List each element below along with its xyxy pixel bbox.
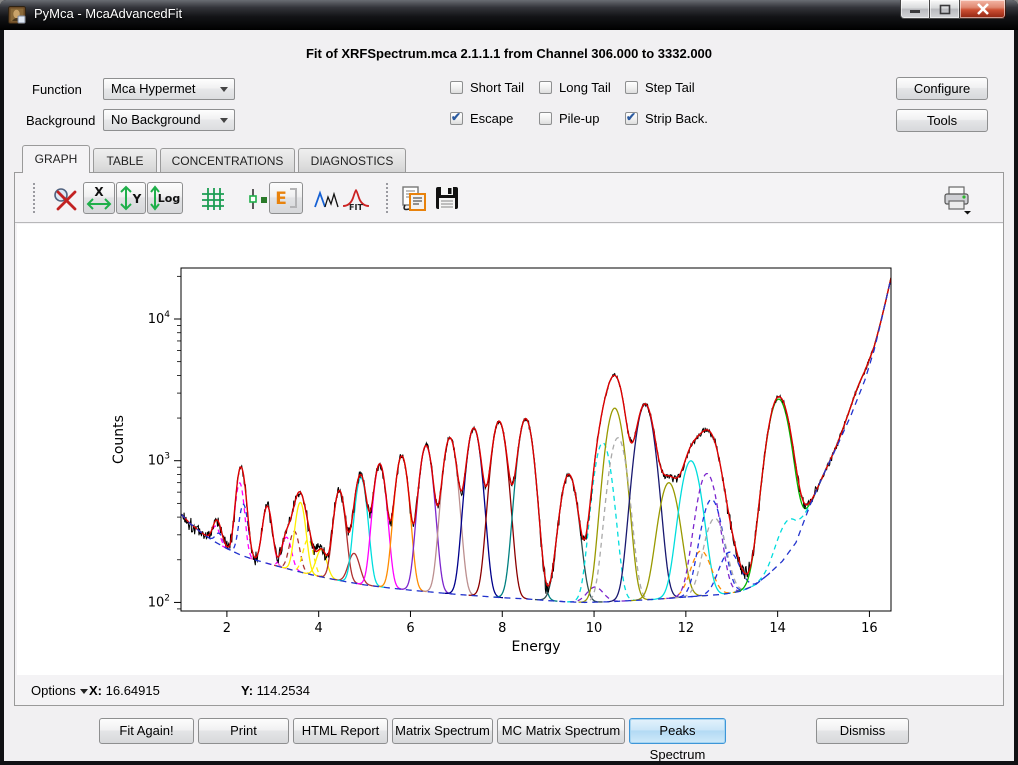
checkbox-box[interactable]: [450, 112, 463, 125]
y-autoscale-label: Y: [132, 192, 142, 206]
checkbox-label: Pile-up: [559, 111, 599, 126]
graph-toolbar: X Y Log: [15, 173, 1003, 223]
cursor-y-value: 114.2534: [257, 683, 310, 698]
background-label: Background: [26, 113, 95, 128]
tab-concentrations[interactable]: CONCENTRATIONS: [160, 148, 295, 173]
checkbox-label: Escape: [470, 111, 513, 126]
tools-button[interactable]: Tools: [896, 109, 988, 132]
toolbar-handle[interactable]: [386, 183, 390, 213]
svg-text:8: 8: [498, 621, 506, 636]
energy-axis-button[interactable]: E: [269, 182, 303, 214]
function-combobox-value: Mca Hypermet: [111, 81, 196, 96]
graph-tab-panel: X Y Log: [14, 172, 1004, 706]
fit-display-icon[interactable]: [313, 185, 341, 213]
minimize-icon: [909, 4, 921, 14]
svg-text:16: 16: [861, 621, 878, 636]
svg-text:Energy: Energy: [511, 639, 560, 655]
app-icon: [8, 6, 26, 24]
svg-text:12: 12: [678, 621, 695, 636]
log-scale-label: Log: [158, 192, 180, 205]
fit-again-button[interactable]: Fit Again!: [99, 718, 194, 744]
print-button[interactable]: Print: [198, 718, 289, 744]
checkbox-label: Short Tail: [470, 80, 524, 95]
checkbox-box[interactable]: [539, 112, 552, 125]
titlebar[interactable]: PyMca - McaAdvancedFit: [0, 0, 1018, 30]
window-title: PyMca - McaAdvancedFit: [34, 6, 182, 21]
svg-text:102: 102: [148, 593, 170, 610]
options-button[interactable]: Options: [31, 683, 88, 698]
fit-icon[interactable]: FIT: [341, 185, 369, 213]
toolbar-handle[interactable]: [33, 183, 37, 213]
cursor-y-readout: Y: 114.2534: [241, 683, 310, 698]
checkbox-label: Step Tail: [645, 80, 695, 95]
cursor-status-row: Options X: 16.64915 Y: 114.2534: [15, 675, 1003, 706]
x-autoscale-button[interactable]: X: [83, 182, 115, 214]
maximize-button[interactable]: [930, 0, 960, 19]
checkbox-box[interactable]: [625, 112, 638, 125]
mc-matrix-spectrum-button[interactable]: MC Matrix Spectrum: [497, 718, 625, 744]
options-menu-arrow-icon: [80, 689, 88, 695]
peaks-spectrum-button[interactable]: Peaks Spectrum: [629, 718, 726, 744]
checkbox-label: Strip Back.: [645, 111, 708, 126]
dialog-content: Fit of XRFSpectrum.mca 2.1.1.1 from Chan…: [4, 30, 1014, 761]
window-controls: [900, 0, 1006, 19]
svg-text:2: 2: [223, 621, 231, 636]
restore-icon: [939, 4, 951, 15]
minimize-button[interactable]: [900, 0, 930, 19]
x-autoscale-label: X: [94, 185, 104, 199]
grid-toggle-icon[interactable]: [199, 185, 227, 213]
cursor-x-label: X:: [89, 683, 102, 698]
y-autoscale-button[interactable]: Y: [116, 182, 146, 214]
fit-icon-label: FIT: [349, 203, 363, 212]
log-scale-button[interactable]: Log: [147, 182, 183, 214]
tab-graph[interactable]: GRAPH: [22, 145, 90, 173]
svg-text:4: 4: [315, 621, 323, 636]
matrix-spectrum-button[interactable]: Matrix Spectrum: [392, 718, 493, 744]
save-icon[interactable]: [434, 185, 462, 213]
print-icon[interactable]: [941, 185, 969, 213]
tab-diagnostics[interactable]: DIAGNOSTICS: [298, 148, 406, 173]
energy-axis-label: E: [275, 189, 287, 209]
options-label: Options: [31, 683, 76, 698]
checkbox-box[interactable]: [450, 81, 463, 94]
close-button[interactable]: [960, 0, 1006, 19]
svg-text:104: 104: [148, 310, 171, 327]
svg-text:10: 10: [586, 621, 603, 636]
cursor-y-label: Y:: [241, 683, 253, 698]
svg-text:6: 6: [406, 621, 414, 636]
zoom-reset-icon[interactable]: [51, 185, 79, 213]
svg-text:14: 14: [769, 621, 786, 636]
function-combobox[interactable]: Mca Hypermet: [103, 78, 235, 100]
peak-markers-icon[interactable]: [244, 185, 272, 213]
spectrum-figure[interactable]: 2 4 6 8 10 12 14 16 Energy 102 103 104 Counts: [17, 224, 1003, 675]
background-combobox[interactable]: No Background: [103, 109, 235, 131]
checkbox-box[interactable]: [539, 81, 552, 94]
svg-text:103: 103: [148, 452, 170, 469]
html-report-button[interactable]: HTML Report: [293, 718, 388, 744]
chevron-down-icon: [220, 87, 228, 92]
dismiss-button[interactable]: Dismiss: [816, 718, 909, 744]
cursor-x-readout: X: 16.64915: [89, 683, 160, 698]
checkbox-label: Long Tail: [559, 80, 611, 95]
configure-button[interactable]: Configure: [896, 77, 988, 100]
svg-text:Counts: Counts: [111, 415, 127, 464]
function-label: Function: [32, 82, 82, 97]
tab-table[interactable]: TABLE: [93, 148, 157, 173]
pymca-window: PyMca - McaAdvancedFit Fit of XRFSpectru…: [0, 0, 1018, 765]
spectrum-chart[interactable]: 2 4 6 8 10 12 14 16 Energy 102 103 104 Counts: [103, 236, 923, 666]
copy-icon[interactable]: [399, 185, 427, 213]
cursor-x-value: 16.64915: [106, 683, 160, 698]
background-combobox-value: No Background: [111, 112, 201, 127]
close-icon: [976, 3, 990, 15]
chevron-down-icon: [220, 118, 228, 123]
checkbox-box[interactable]: [625, 81, 638, 94]
fit-header-title: Fit of XRFSpectrum.mca 2.1.1.1 from Chan…: [4, 46, 1014, 61]
